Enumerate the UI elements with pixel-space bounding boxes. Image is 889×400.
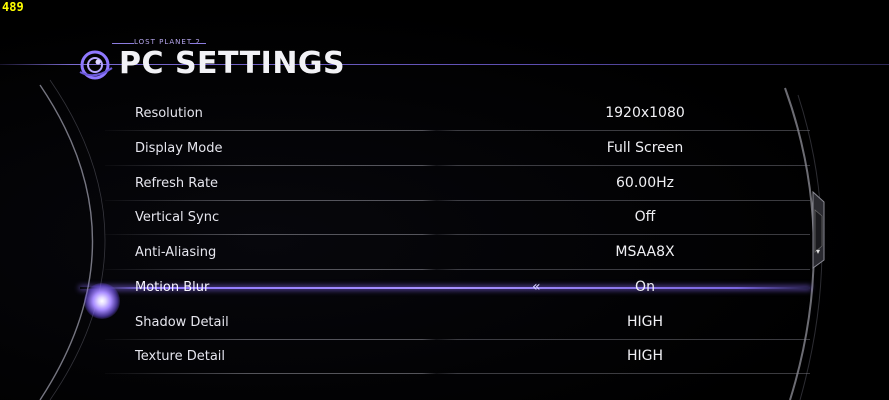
game-title: LOST PLANET 2 [134, 38, 201, 46]
setting-label: Shadow Detail [135, 315, 229, 330]
row-divider [105, 130, 810, 131]
setting-label: Vertical Sync [135, 210, 220, 225]
setting-label: Display Mode [135, 141, 223, 156]
row-divider [105, 234, 810, 235]
setting-value[interactable]: HIGH [555, 348, 735, 364]
setting-label: Motion Blur [135, 280, 210, 295]
setting-row-resolution[interactable]: Resolution 1920x1080 [105, 97, 810, 131]
setting-row-motion-blur[interactable]: Motion Blur « On [80, 271, 810, 305]
setting-row-display-mode[interactable]: Display Mode Full Screen [105, 132, 810, 166]
row-divider [105, 165, 810, 166]
row-divider [105, 373, 810, 374]
setting-row-vertical-sync[interactable]: Vertical Sync Off [105, 201, 810, 235]
subtitle-line-right [190, 43, 206, 44]
setting-row-refresh-rate[interactable]: Refresh Rate 60.00Hz [105, 167, 810, 201]
setting-value[interactable]: On [555, 279, 735, 295]
scroll-down-arrow-icon[interactable]: ▾ [816, 248, 820, 256]
glowing-orb-icon [84, 283, 120, 319]
page-title: PC SETTINGS [119, 46, 346, 81]
setting-label: Refresh Rate [135, 176, 219, 191]
setting-label: Anti-Aliasing [135, 245, 217, 260]
row-divider [105, 269, 810, 270]
setting-row-shadow-detail[interactable]: Shadow Detail HIGH [105, 306, 810, 340]
setting-value[interactable]: 60.00Hz [555, 175, 735, 191]
subtitle-line-left [112, 43, 134, 44]
setting-value[interactable]: Full Screen [555, 140, 735, 156]
left-chevron-icon[interactable]: « [532, 279, 541, 295]
setting-value[interactable]: 1920x1080 [555, 105, 735, 121]
setting-row-anti-aliasing[interactable]: Anti-Aliasing MSAA8X [105, 236, 810, 270]
setting-row-texture-detail[interactable]: Texture Detail HIGH [105, 340, 810, 374]
scrollbar[interactable] [812, 190, 826, 270]
setting-label: Texture Detail [135, 349, 226, 364]
setting-value[interactable]: HIGH [555, 314, 735, 330]
settings-screen: 489 LOST PLANET 2 PC SETTINGS Resolution… [0, 0, 889, 400]
setting-label: Resolution [135, 106, 203, 121]
fps-counter: 489 [2, 0, 24, 14]
setting-value[interactable]: MSAA8X [555, 244, 735, 260]
ringed-planet-logo-icon [79, 50, 113, 80]
setting-value[interactable]: Off [555, 209, 735, 225]
